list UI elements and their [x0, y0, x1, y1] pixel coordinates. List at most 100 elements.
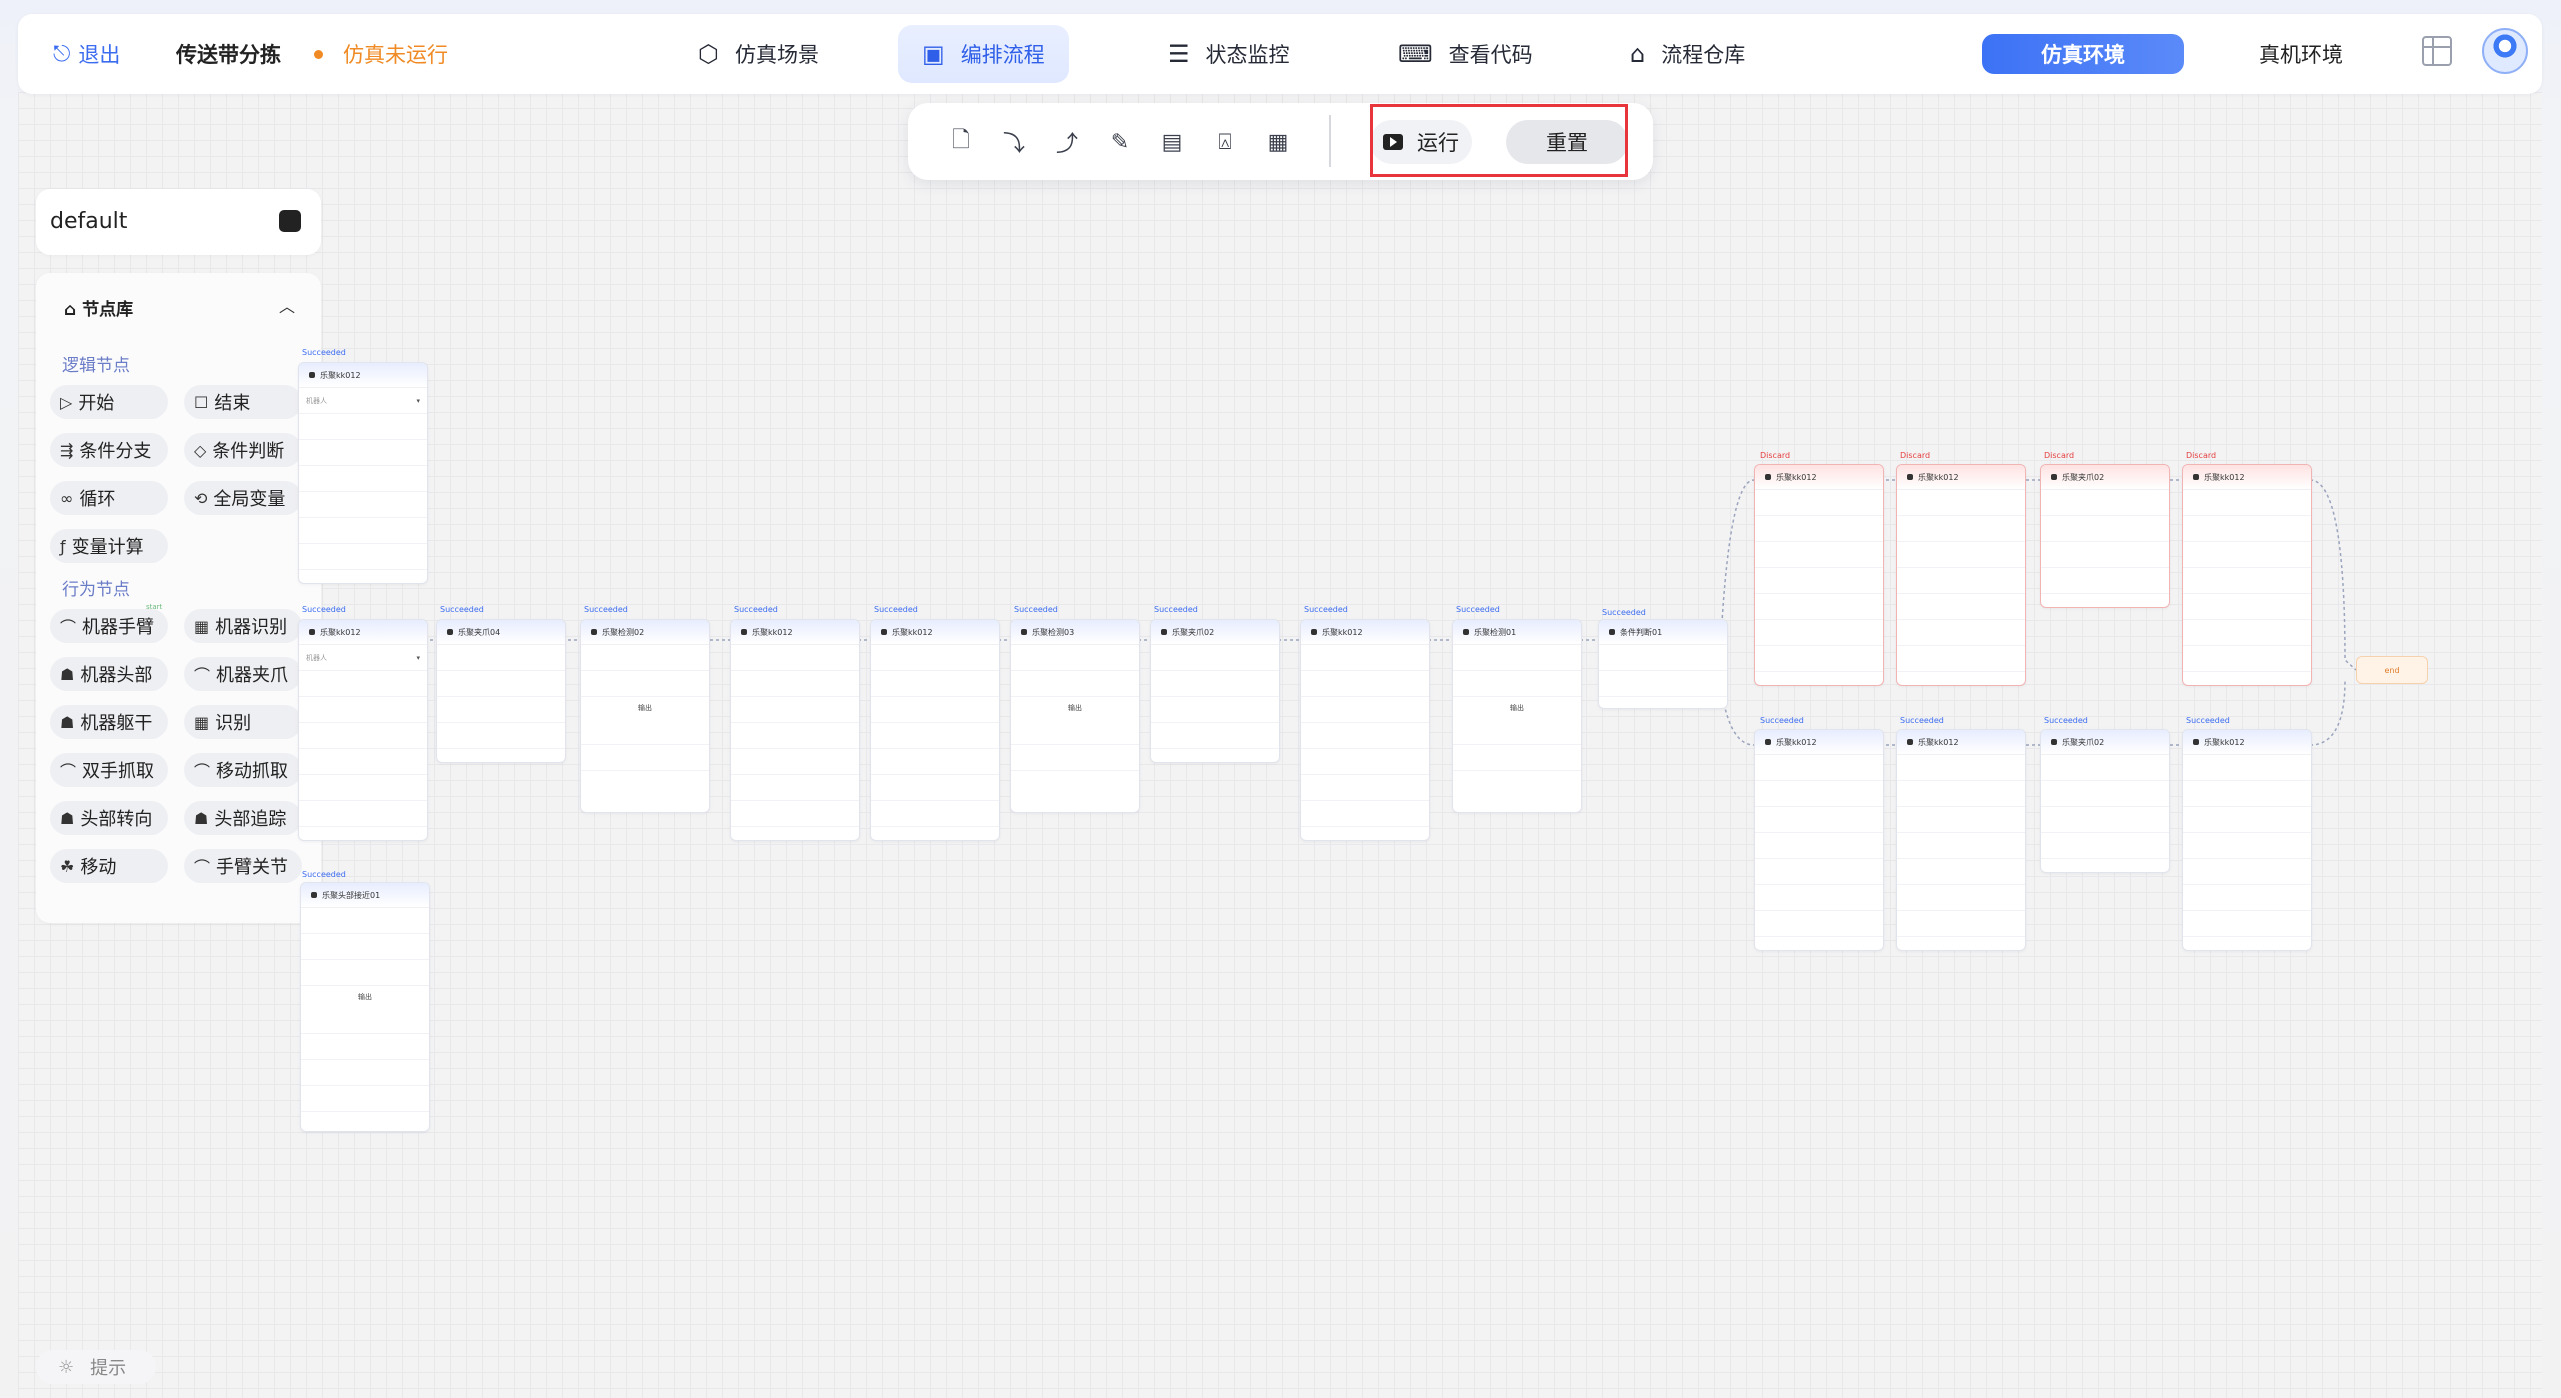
node-header: 乐聚头部接近01 [301, 883, 429, 908]
flow-node[interactable]: 乐聚kk012 [2182, 729, 2312, 951]
node-param-row [581, 745, 709, 771]
node-title: 乐聚kk012 [1322, 627, 1363, 637]
diamond-icon [1609, 629, 1615, 635]
node-param-row [437, 697, 565, 723]
flow-node[interactable]: 乐聚kk012 [1896, 464, 2026, 686]
flow-node[interactable]: 乐聚kk012 [730, 619, 860, 841]
hint-button[interactable]: ☼ 提示 [36, 1350, 156, 1384]
robot-icon [309, 372, 315, 378]
node-param-row [2183, 542, 2311, 568]
robot-icon [1161, 629, 1167, 635]
node-param-row [731, 775, 859, 801]
node-param-row [1755, 490, 1883, 516]
node-param-row [1599, 645, 1727, 671]
node-param-row [299, 440, 427, 466]
node-param-row [1755, 594, 1883, 620]
node-param-row [731, 697, 859, 723]
node-param-row [1897, 755, 2025, 781]
flow-node[interactable]: 乐聚kk012 [1896, 729, 2026, 951]
node-param-row [1897, 911, 2025, 937]
node-title: 乐聚kk012 [2204, 472, 2245, 482]
node-param-row [2041, 833, 2169, 859]
node-param-row [301, 1008, 429, 1034]
node-header: 乐聚kk012 [2183, 730, 2311, 755]
flow-node[interactable]: 乐聚夹爪02 [2040, 464, 2170, 608]
flow-node[interactable]: 乐聚kk012 [1754, 464, 1884, 686]
flow-node[interactable]: 乐聚检测02 输出 [580, 619, 710, 813]
node-param-row [1453, 745, 1581, 771]
node-title: 乐聚夹爪02 [1172, 627, 1215, 637]
node-param-row [1301, 775, 1429, 801]
node-status: Discard [2186, 451, 2217, 460]
node-header: 条件判断01 [1599, 620, 1727, 645]
node-header: 乐聚kk012 [2183, 465, 2311, 490]
node-param-row [1897, 594, 2025, 620]
flow-node[interactable]: 乐聚夹爪02 [2040, 729, 2170, 873]
node-status: Succeeded [440, 605, 484, 614]
flow-node[interactable]: 乐聚检测03 输出 [1010, 619, 1140, 813]
flow-node[interactable]: 乐聚头部接近01 输出 [300, 882, 430, 1132]
node-param-row [299, 492, 427, 518]
node-param-row [299, 749, 427, 775]
node-param-row [2041, 490, 2169, 516]
node-param-row [2041, 542, 2169, 568]
node-param-row [871, 801, 999, 827]
node-param-row [301, 1034, 429, 1060]
node-param-row [1301, 645, 1429, 671]
node-param-row [299, 801, 427, 827]
robot-icon [1907, 739, 1913, 745]
node-param-row [437, 645, 565, 671]
node-status: Succeeded [1456, 605, 1500, 614]
robot-icon [309, 629, 315, 635]
node-param-row [731, 749, 859, 775]
node-title: 乐聚kk012 [1776, 737, 1817, 747]
node-title: 乐聚kk012 [1918, 737, 1959, 747]
node-status: Discard [1760, 451, 1791, 460]
node-param-row [2183, 911, 2311, 937]
node-param-row [1897, 807, 2025, 833]
node-param-row [2183, 568, 2311, 594]
robot-icon [1021, 629, 1027, 635]
node-param-row [1897, 568, 2025, 594]
flow-node[interactable]: 乐聚kk012 [2182, 464, 2312, 686]
node-param-row [2183, 885, 2311, 911]
node-param-row [1897, 885, 2025, 911]
robot-icon [2193, 474, 2199, 480]
node-param-row [1755, 755, 1883, 781]
end-node[interactable]: end [2356, 656, 2428, 684]
node-status: Succeeded [1900, 716, 1944, 725]
flow-node[interactable]: 乐聚kk012 机器人 ▾ [298, 619, 428, 841]
flow-node[interactable]: 乐聚检测01 输出 [1452, 619, 1582, 813]
node-param-row [1755, 885, 1883, 911]
node-param-row [1301, 697, 1429, 723]
node-status: Succeeded [1154, 605, 1198, 614]
robot-icon [1907, 474, 1913, 480]
node-param-row [731, 645, 859, 671]
node-param-row [299, 518, 427, 544]
flow-node[interactable]: 条件判断01 [1598, 619, 1728, 709]
node-param-row [1453, 671, 1581, 697]
node-param-row [301, 1086, 429, 1112]
node-param-row [1755, 911, 1883, 937]
node-param-row [2183, 646, 2311, 672]
flow-node[interactable]: 乐聚kk012 [1754, 729, 1884, 951]
robot-icon [2051, 474, 2057, 480]
node-title: 条件判断01 [1620, 627, 1663, 637]
flow-node[interactable]: 乐聚夹爪04 [436, 619, 566, 763]
node-param-row [871, 723, 999, 749]
node-param-row [299, 775, 427, 801]
node-param-row [1011, 671, 1139, 697]
node-title: 乐聚夹爪02 [2062, 737, 2105, 747]
node-header: 乐聚kk012 [1301, 620, 1429, 645]
node-param-row [1453, 719, 1581, 745]
flow-node[interactable]: 乐聚kk012 [870, 619, 1000, 841]
flow-node[interactable]: 乐聚夹爪02 [1150, 619, 1280, 763]
node-header: 乐聚kk012 [731, 620, 859, 645]
lightbulb-icon: ☼ [58, 1356, 75, 1378]
hint-label: 提示 [90, 1358, 127, 1379]
node-section-label: 输出 [1510, 704, 1524, 712]
flow-node[interactable]: 乐聚kk012 机器人 ▾ [298, 362, 428, 584]
node-param-row [1151, 645, 1279, 671]
node-param-row [1151, 671, 1279, 697]
flow-node[interactable]: 乐聚kk012 [1300, 619, 1430, 841]
